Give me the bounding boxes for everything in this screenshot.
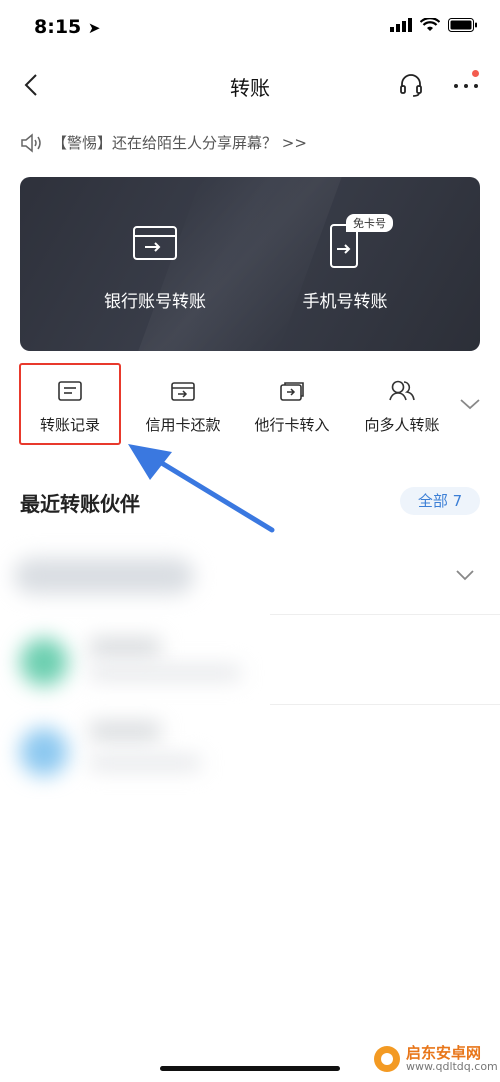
list-item[interactable] [0,540,500,614]
avatar [20,638,68,686]
multi-transfer-label: 向多人转账 [364,416,440,434]
watermark-title: 启东安卓网 [406,1043,482,1062]
battery-icon [448,18,477,32]
signal-icon [390,18,412,32]
wifi-icon [420,18,440,31]
phone-transfer-label: 手机号转账 [302,292,388,312]
notice-bar[interactable]: 【警惕】还在给陌生人分享屏幕？ >> [20,132,307,153]
page-title: 转账 [230,76,270,100]
multi-transfer-button[interactable]: 向多人转账 [352,362,452,442]
chevron-down-icon[interactable] [458,396,482,412]
speaker-icon [21,132,41,153]
chevron-down-icon[interactable] [455,568,475,582]
credit-card-icon [171,382,195,401]
avatar [20,728,68,776]
credit-card-repay-label: 信用卡还款 [145,416,221,434]
bank-card-transfer-icon [133,226,177,260]
status-time: 8:15 ➤ [34,16,101,38]
headset-icon[interactable] [398,72,424,98]
credit-card-repay-button[interactable]: 信用卡还款 [133,362,233,442]
notification-dot [472,70,479,77]
all-partners-button[interactable]: 全部 7 [400,487,480,515]
phone-transfer-button[interactable]: 手机号转账 [230,177,460,351]
no-card-badge: 免卡号 [346,214,393,232]
watermark: 启东安卓网 www.qdltdq.com [372,1044,498,1074]
transfer-card: 银行账号转账 手机号转账 [20,177,480,351]
other-bank-in-button[interactable]: 他行卡转入 [242,362,342,442]
recent-partners-title: 最近转账伙伴 [20,492,140,516]
watermark-url: www.qdltdq.com [406,1060,498,1074]
highlight-box [19,363,121,445]
annotation-arrow-icon [128,444,275,533]
other-bank-in-label: 他行卡转入 [254,416,330,434]
home-indicator[interactable] [160,1066,340,1071]
bank-account-transfer-label: 银行账号转账 [104,292,206,312]
list-item[interactable] [0,624,500,704]
status-icons [390,18,478,32]
transfer-in-icon [280,382,304,401]
list-item[interactable] [0,712,500,792]
multi-people-icon [389,380,415,401]
watermark-logo-icon [374,1046,400,1072]
notice-text: 【警惕】还在给陌生人分享屏幕？ >> [52,134,307,152]
